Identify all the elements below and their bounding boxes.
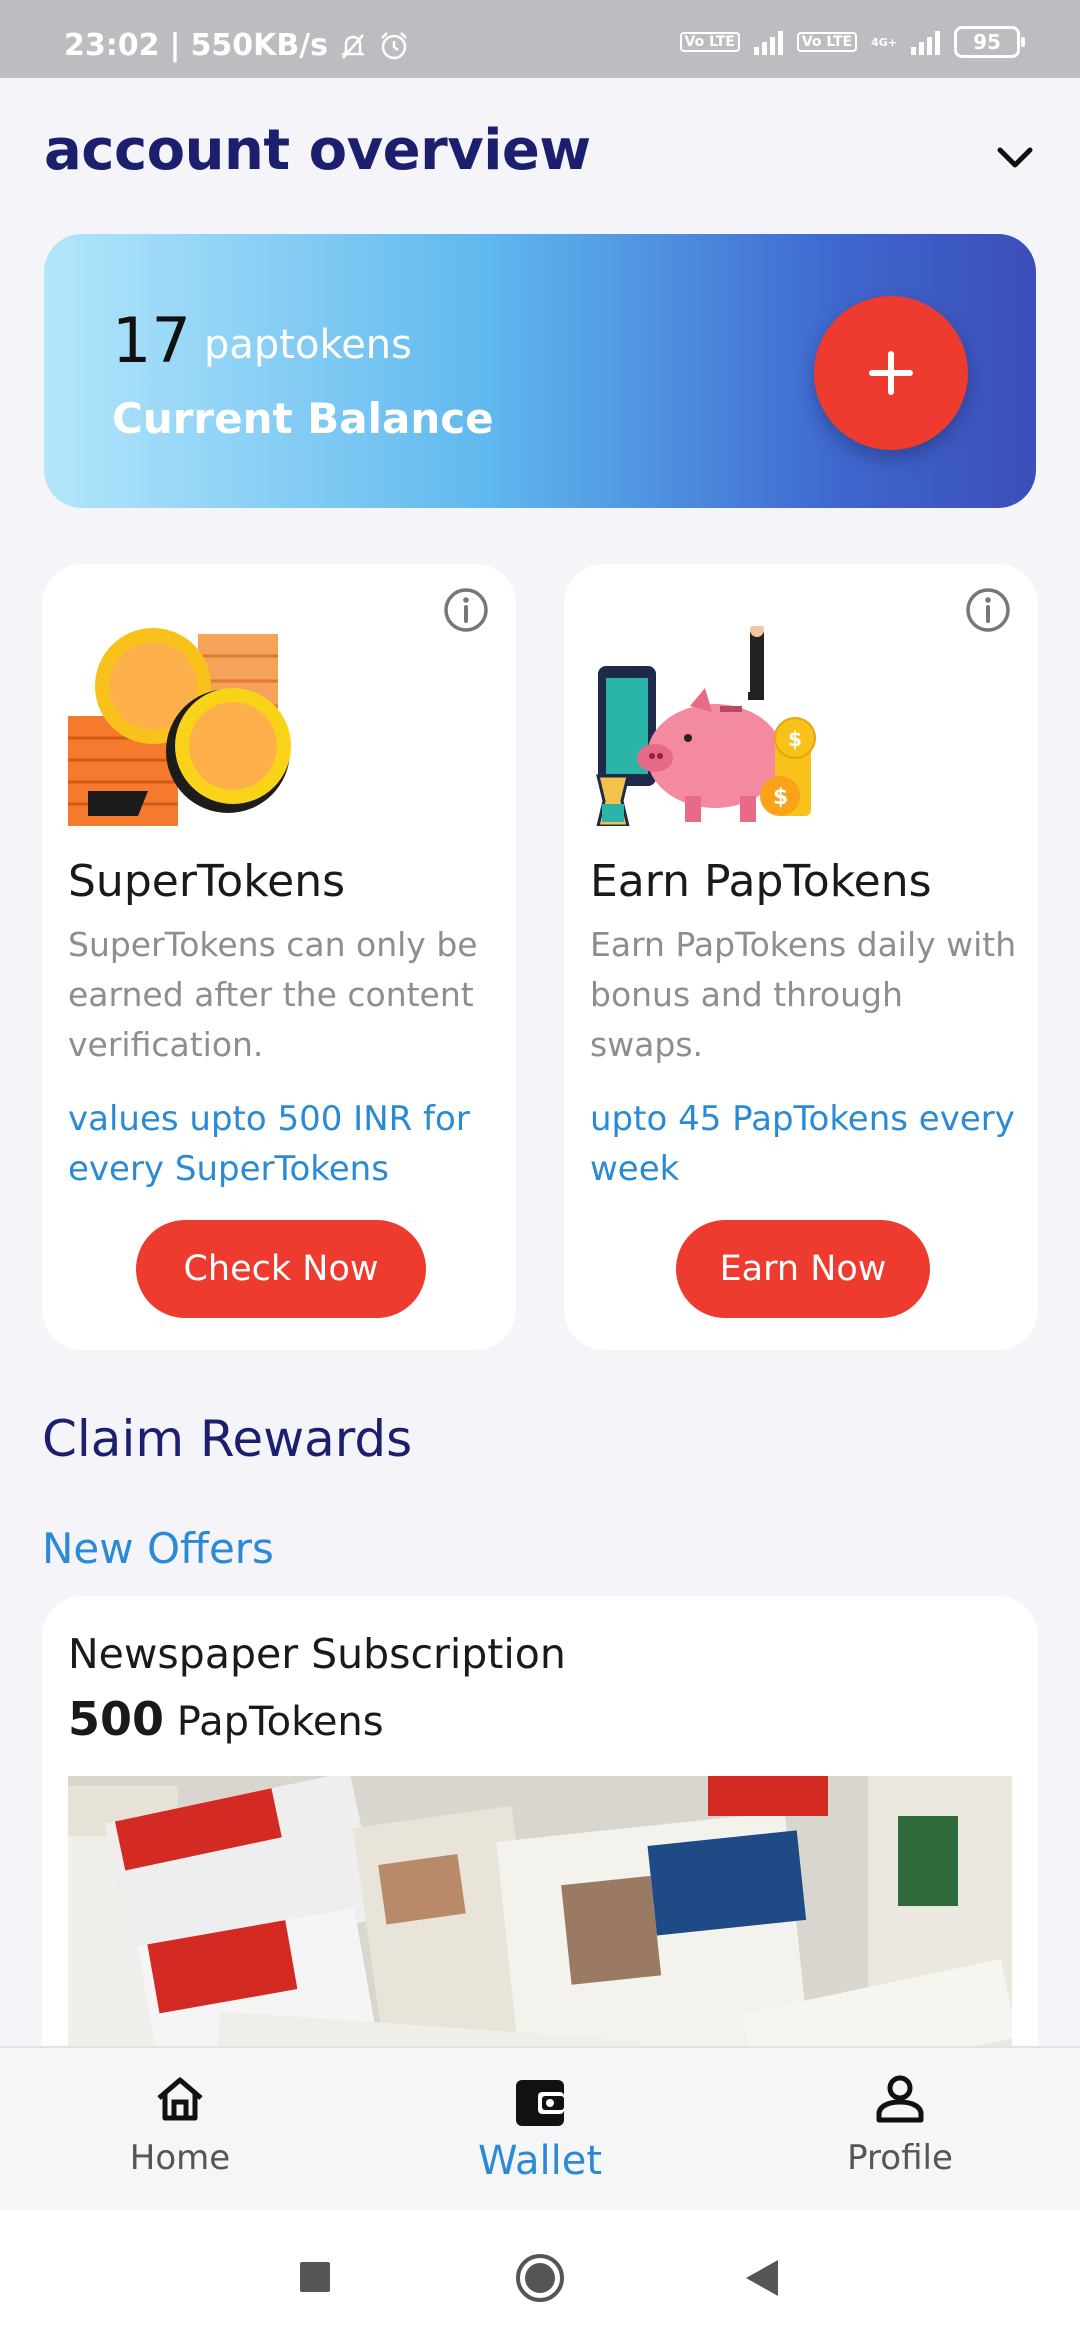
card-title: Earn PapTokens <box>590 856 932 907</box>
nav-home[interactable]: Home <box>60 2072 300 2178</box>
plus-icon <box>869 351 913 395</box>
card-title: SuperTokens <box>68 856 346 907</box>
offer-card[interactable]: Newspaper Subscription 500 PapTokens <box>42 1596 1038 2056</box>
alarm-icon <box>381 31 407 59</box>
claim-rewards-heading: Claim Rewards <box>42 1410 413 1468</box>
earn-now-button[interactable]: Earn Now <box>676 1220 930 1318</box>
new-offers-heading: New Offers <box>42 1524 274 1573</box>
status-bar: 23:02 | 550KB/s Vo LTE Vo LTE 4G+ 95 <box>0 0 1080 78</box>
home-icon <box>157 2077 203 2121</box>
nav-wallet-label: Wallet <box>477 2138 603 2184</box>
supertokens-card: SuperTokens SuperTokens can only be earn… <box>42 564 516 1350</box>
wallet-icon <box>516 2080 564 2126</box>
nav-wallet[interactable]: Wallet <box>420 2072 660 2184</box>
bottom-nav: Home Wallet Profile <box>0 2046 1080 2210</box>
newspapers-image <box>68 1776 1012 2056</box>
add-tokens-button[interactable] <box>814 296 968 450</box>
svg-text:$: $ <box>788 727 802 751</box>
battery-icon: 95 <box>954 26 1025 58</box>
volte-badge: Vo LTE <box>679 32 740 52</box>
signal-icon <box>753 29 783 55</box>
status-right: Vo LTE Vo LTE 4G+ 95 <box>679 26 1025 58</box>
back-icon[interactable] <box>744 2258 780 2298</box>
status-left: 23:02 | 550KB/s <box>64 28 410 63</box>
card-description: Earn PapTokens daily with bonus and thro… <box>590 925 1017 1064</box>
recents-icon[interactable] <box>298 2260 332 2294</box>
balance-label: Current Balance <box>112 394 494 443</box>
volte-badge: Vo LTE <box>796 32 858 52</box>
offer-name: Newspaper Subscription <box>68 1630 566 1678</box>
system-nav-bar <box>0 2210 1080 2340</box>
offer-price: 500 PapTokens <box>68 1692 384 1746</box>
earn-paptokens-card: $ $ Earn PapTokens Earn PapTokens daily … <box>564 564 1038 1350</box>
nav-profile-label: Profile <box>847 2138 953 2178</box>
balance-card: 17 paptokens Current Balance <box>44 234 1036 508</box>
nav-home-label: Home <box>129 2138 231 2178</box>
balance-unit: paptokens <box>204 322 412 368</box>
piggy-bank-illustration: $ $ <box>596 626 816 826</box>
chevron-down-icon[interactable] <box>994 136 1036 178</box>
card-highlight: upto 45 PapTokens every week <box>590 1099 1015 1189</box>
svg-text:$: $ <box>773 785 788 810</box>
coins-illustration <box>68 628 291 826</box>
nav-profile[interactable]: Profile <box>780 2072 1020 2178</box>
card-highlight: values upto 500 INR for every SuperToken… <box>68 1099 470 1189</box>
status-speed: 550KB/s <box>190 28 329 63</box>
signal-icon <box>911 29 940 55</box>
page-title: account overview <box>44 118 591 183</box>
profile-icon <box>876 2075 924 2123</box>
network-type: 4G+ <box>871 35 897 49</box>
card-description: SuperTokens can only be earned after the… <box>68 925 478 1064</box>
offer-price-amount: 500 <box>68 1692 165 1746</box>
status-time: 23:02 <box>64 28 160 63</box>
home-circle-icon[interactable] <box>514 2252 566 2304</box>
info-icon[interactable] <box>964 586 1012 634</box>
info-icon[interactable] <box>442 586 490 634</box>
balance-amount: 17 <box>112 304 191 377</box>
offer-price-unit: PapTokens <box>176 1699 384 1745</box>
bell-muted-icon <box>341 33 366 59</box>
check-now-button[interactable]: Check Now <box>136 1220 426 1318</box>
